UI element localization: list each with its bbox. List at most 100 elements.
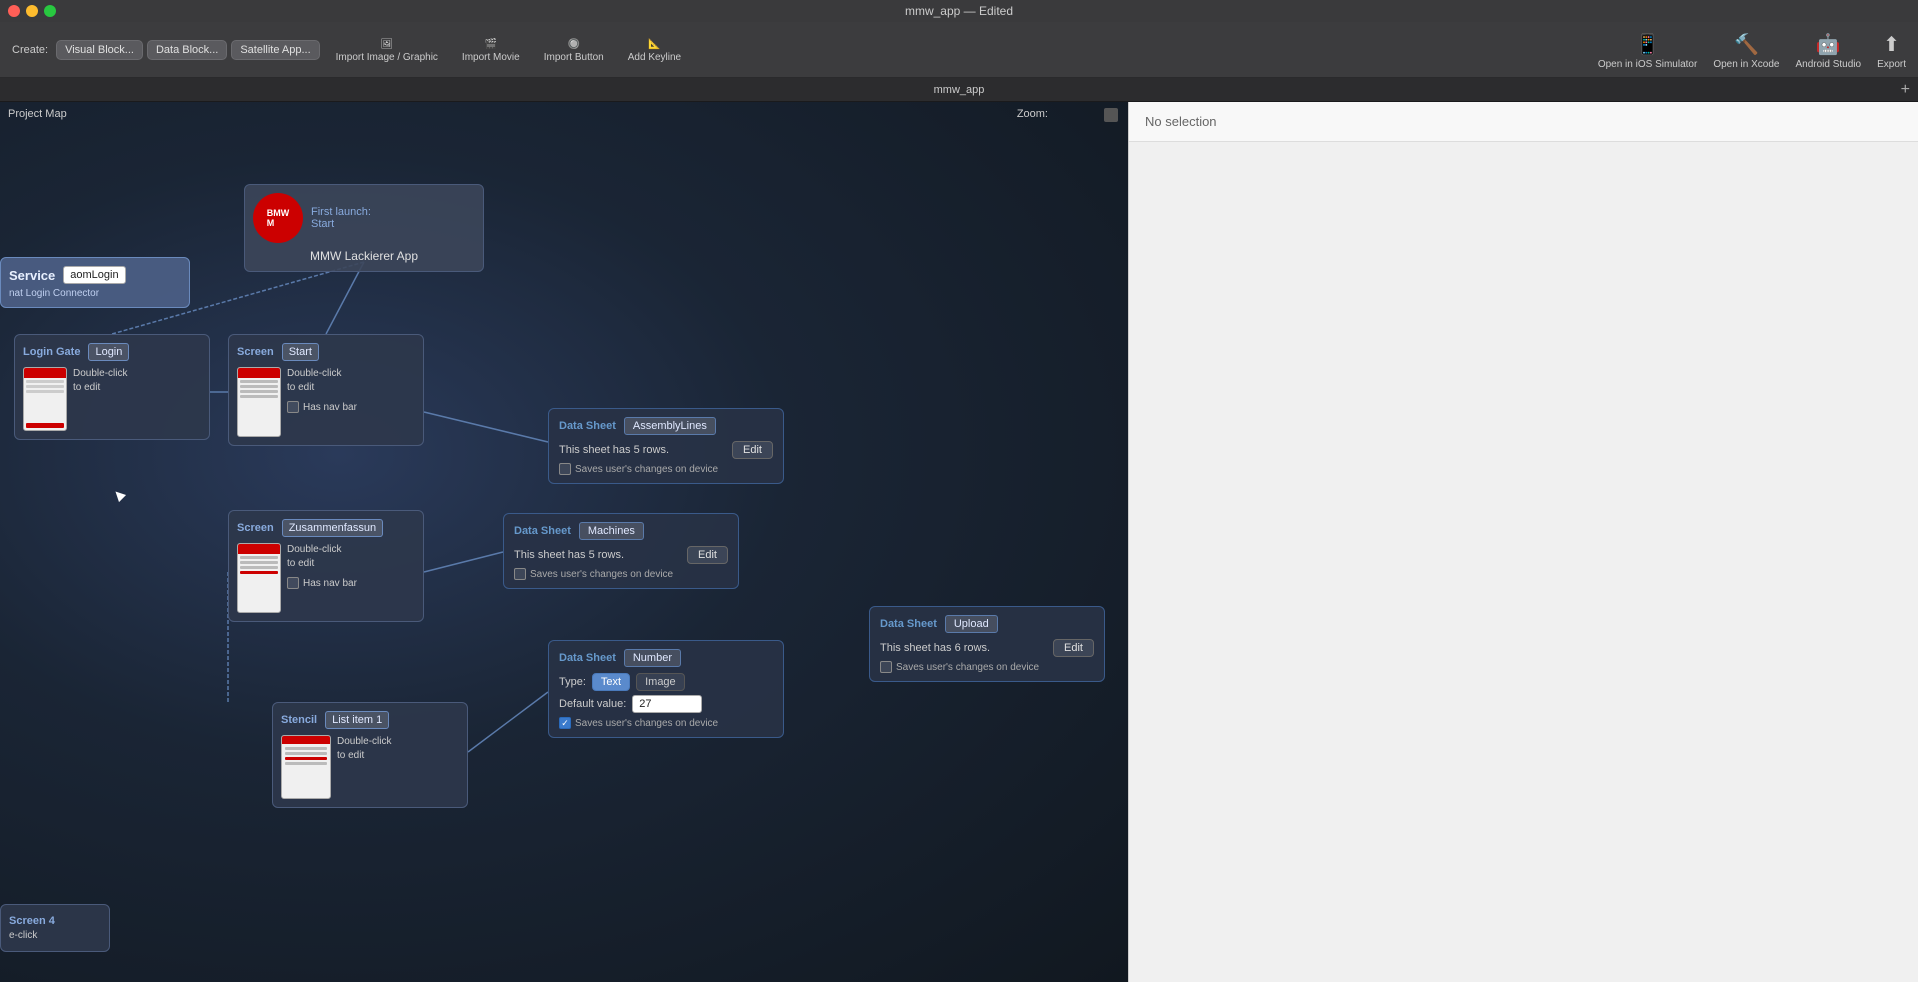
login-gate-card[interactable]: Login Gate Login Double-click to edit [14,334,210,440]
data-sheet-number-card[interactable]: Data Sheet Number Type: Text Image Defau… [548,640,784,738]
screen-zusammen-nav-checkbox[interactable] [287,577,299,589]
open-ios-simulator-button[interactable]: 📱 Open in iOS Simulator [1598,30,1698,70]
screen-row-4 [240,395,278,398]
satellite-app-button[interactable]: Satellite App... [231,40,319,60]
import-image-label: Import Image / Graphic [336,52,438,63]
close-button[interactable] [8,5,20,17]
screen-zusammen-nav-row: Has nav bar [287,577,357,589]
stencil-preview: Double-click to edit [281,735,459,799]
ds-number-header: Data Sheet Number [559,649,773,667]
scroll-indicator[interactable] [1104,108,1118,122]
import-movie-button[interactable]: 🎬 Import Movie [462,37,520,63]
ds-machines-saves-checkbox[interactable] [514,568,526,580]
ios-icon: 📱 [1635,32,1660,57]
login-gate-thumbnail [23,367,67,431]
toolbar-right: 📱 Open in iOS Simulator 🔨 Open in Xcode … [1598,30,1906,70]
import-button-icon: 🔘 [568,39,580,50]
screen4-card[interactable]: Screen 4 e-click [0,904,110,952]
add-tab-button[interactable]: + [1901,81,1910,99]
stencil-thumb-header [282,736,330,744]
ds-machines-rows-row: This sheet has 5 rows. Edit [514,546,728,564]
ds-number-saves-checkbox[interactable]: ✓ [559,717,571,729]
has-nav-bar-row: Has nav bar [287,401,357,413]
tab-title[interactable]: mmw_app [934,84,985,96]
no-selection-label: No selection [1145,114,1217,129]
ds-assembly-saves-checkbox[interactable] [559,463,571,475]
ds-assembly-saves-row: Saves user's changes on device [559,463,773,475]
login-gate-edit-text: Double-click to edit [73,367,127,395]
open-ios-label: Open in iOS Simulator [1598,59,1698,70]
screen4-type: Screen 4 [9,915,55,927]
start-label: Start [311,218,371,230]
ds-machines-name: Machines [579,522,644,540]
import-image-icon: 🖼 [380,39,393,50]
ds-assembly-rows-row: This sheet has 5 rows. Edit [559,441,773,459]
zoom-control: Zoom: [1017,108,1048,120]
ds-assembly-saves-text: Saves user's changes on device [575,464,718,475]
screen-z-row-2 [240,561,278,564]
data-sheet-assembly-card[interactable]: Data Sheet AssemblyLines This sheet has … [548,408,784,484]
android-studio-button[interactable]: 🤖 Android Studio [1795,30,1861,70]
first-launch-label: First launch: [311,206,371,218]
ds-type-image-button[interactable]: Image [636,673,685,691]
thumb-line-1 [26,380,64,383]
screen-zusammen-type: Screen [237,522,274,534]
window-controls[interactable] [8,5,56,17]
screen-zusammen-card[interactable]: Screen Zusammenfassun Double-click to ed… [228,510,424,622]
canvas-area[interactable]: Project Map Zoom: B [0,102,1128,982]
ds-machines-rows-text: This sheet has 5 rows. [514,549,624,561]
minimize-button[interactable] [26,5,38,17]
stencil-row-1 [285,747,327,750]
maximize-button[interactable] [44,5,56,17]
service-card[interactable]: Service aomLogin nat Login Connector [0,257,190,308]
screen-zusammen-header: Screen Zusammenfassun [237,519,415,537]
screen-start-card[interactable]: Screen Start Double-click to edit [228,334,424,446]
ds-number-type-key: Type: [559,676,586,688]
ds-assembly-edit-button[interactable]: Edit [732,441,773,459]
screen-start-edit-text: Double-click to edit [287,367,357,395]
toolbar: Create: Visual Block... Data Block... Sa… [0,22,1918,78]
stencil-row-4 [285,762,327,765]
data-sheet-machines-card[interactable]: Data Sheet Machines This sheet has 5 row… [503,513,739,589]
thumb-line-3 [26,390,64,393]
thumb-line-red [26,423,64,428]
ds-assembly-header: Data Sheet AssemblyLines [559,417,773,435]
data-sheet-upload-card[interactable]: Data Sheet Upload This sheet has 6 rows.… [869,606,1105,682]
right-panel: No selection [1128,102,1918,982]
data-block-button[interactable]: Data Block... [147,40,227,60]
xcode-icon: 🔨 [1734,32,1759,57]
open-xcode-label: Open in Xcode [1713,59,1779,70]
ds-machines-edit-button[interactable]: Edit [687,546,728,564]
has-nav-bar-checkbox[interactable] [287,401,299,413]
ds-number-default-input[interactable] [632,695,702,713]
screen-start-thumb-header [238,368,280,378]
screen-start-thumbnail [237,367,281,437]
ds-type-text-button[interactable]: Text [592,673,630,691]
stencil-header: Stencil List item 1 [281,711,459,729]
service-header: Service aomLogin [9,266,181,284]
screen-zusammen-nav-label: Has nav bar [303,578,357,589]
import-image-button[interactable]: 🖼 Import Image / Graphic [336,37,438,63]
cursor [116,492,126,502]
login-gate-name: Login [88,343,129,361]
stencil-name: List item 1 [325,711,389,729]
visual-block-button[interactable]: Visual Block... [56,40,143,60]
open-xcode-button[interactable]: 🔨 Open in Xcode [1713,30,1779,70]
ds-number-name: Number [624,649,681,667]
mmw-app-card[interactable]: BMWM First launch: Start MMW Lackierer A… [244,184,484,272]
import-button-button[interactable]: 🔘 Import Button [544,37,604,63]
screen-zusammen-thumbnail [237,543,281,613]
ds-upload-edit-button[interactable]: Edit [1053,639,1094,657]
ds-upload-saves-checkbox[interactable] [880,661,892,673]
screen-start-type: Screen [237,346,274,358]
stencil-card[interactable]: Stencil List item 1 Double-click to edit [272,702,468,808]
screen-zusammen-name: Zusammenfassun [282,519,383,537]
export-button[interactable]: ⬆ Export [1877,30,1906,70]
add-keyline-button[interactable]: 📐 Add Keyline [628,37,681,63]
thumb-header [24,368,66,378]
screen-z-row-1 [240,556,278,559]
ds-upload-type: Data Sheet [880,618,937,630]
thumb-content [24,378,66,430]
export-label: Export [1877,59,1906,70]
screen-row-1 [240,380,278,383]
